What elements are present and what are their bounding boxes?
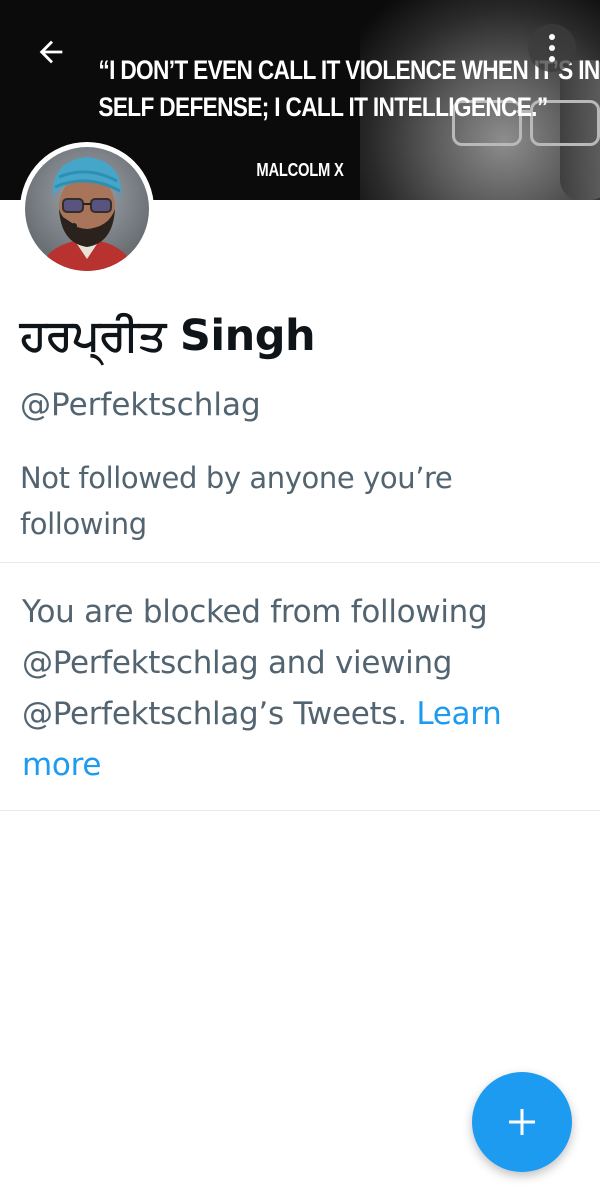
profile-screen: “I DON’T EVEN CALL IT VIOLENCE WHEN IT’S… [0, 0, 600, 1200]
banner-quote: “I DON’T EVEN CALL IT VIOLENCE WHEN IT’S… [98, 52, 600, 126]
banner-quote-line-1: “I DON’T EVEN CALL IT VIOLENCE WHEN IT’S… [98, 55, 600, 85]
more-options-button[interactable] [528, 24, 576, 72]
compose-tweet-button[interactable] [472, 1072, 572, 1172]
followed-by-text: Not followed by anyone you’re following [20, 461, 453, 541]
profile-handle: @Perfektschlag [20, 387, 261, 423]
divider [0, 562, 600, 563]
back-button[interactable] [27, 28, 75, 76]
divider [0, 810, 600, 811]
profile-display-name: ਹਰਪ੍ਰੀਤ Singh [20, 311, 316, 361]
plus-icon [509, 1109, 535, 1135]
more-vertical-icon [549, 34, 555, 62]
banner-quote-line-2: SELF DEFENSE; I CALL IT INTELLIGENCE.” [98, 92, 548, 122]
avatar[interactable] [20, 142, 154, 276]
blocked-message: You are blocked from following @Perfekts… [22, 587, 582, 791]
avatar-image [25, 147, 149, 271]
banner-quote-author: MALCOLM X [256, 160, 344, 180]
back-arrow-icon [39, 40, 63, 64]
